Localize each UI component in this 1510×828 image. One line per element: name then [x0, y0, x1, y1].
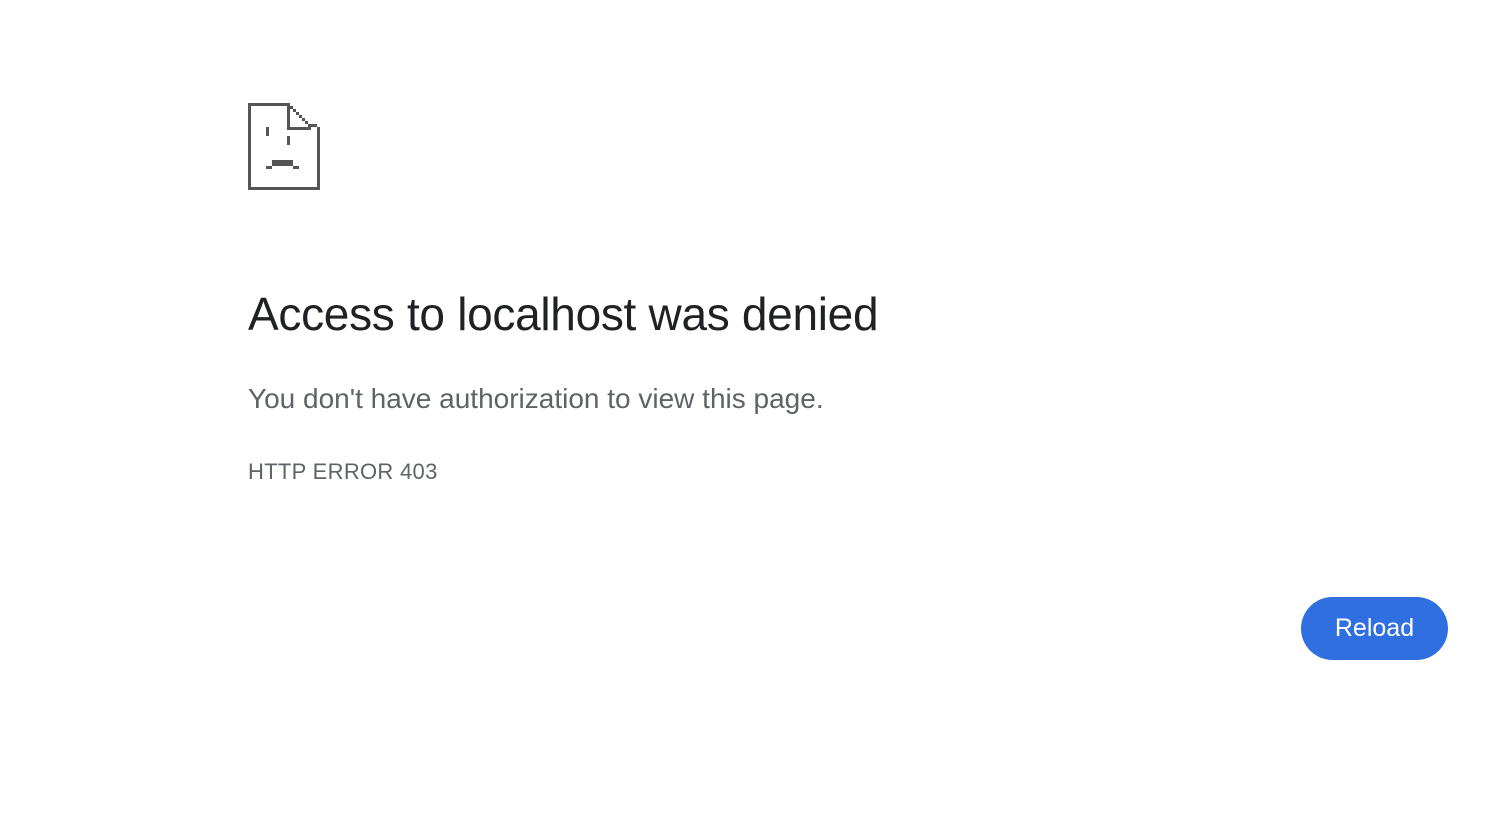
page-title: Access to localhost was denied: [248, 288, 879, 340]
error-message: You don't have authorization to view thi…: [248, 383, 824, 414]
error-page: Access to localhost was denied You don't…: [0, 0, 1510, 828]
sad-document-icon: [248, 103, 320, 190]
reload-button[interactable]: Reload: [1301, 597, 1448, 660]
error-code: HTTP ERROR 403: [248, 459, 438, 484]
